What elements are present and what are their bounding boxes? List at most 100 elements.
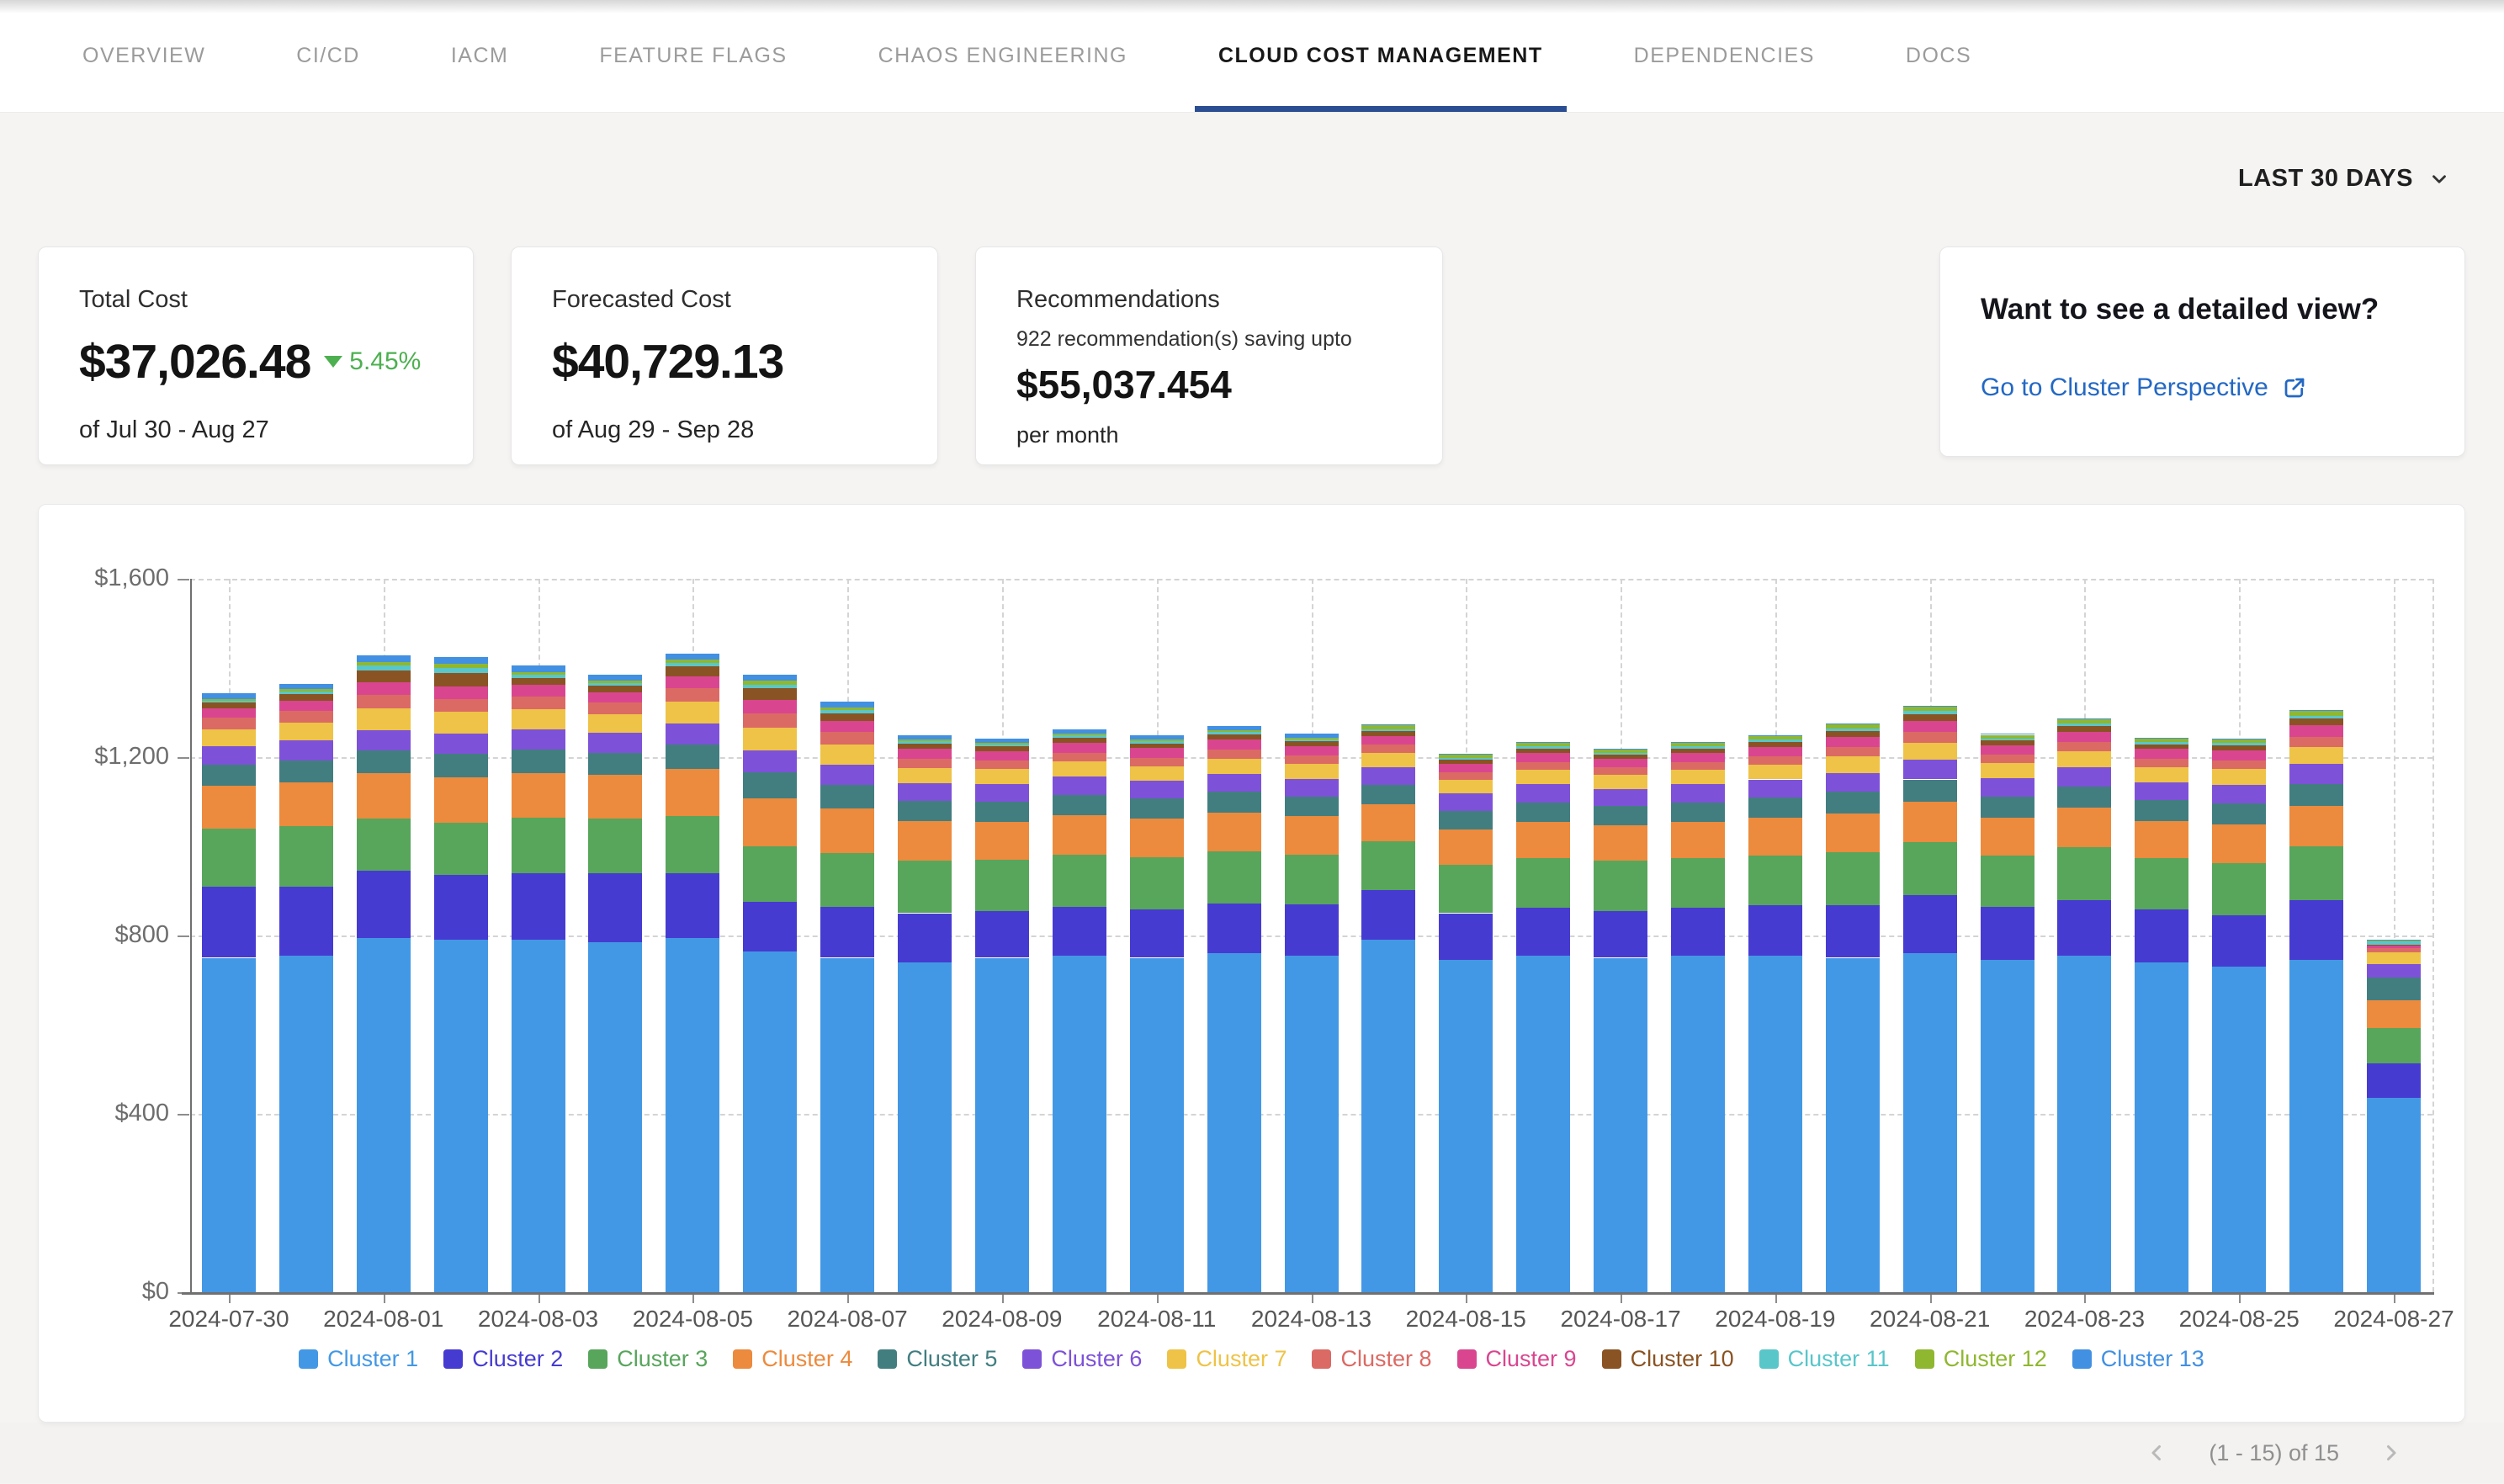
bar-segment-cluster-8[interactable] [2367,948,2421,952]
bar-segment-cluster-7[interactable] [1671,770,1725,784]
bar-segment-cluster-7[interactable] [2057,751,2111,767]
bar-segment-cluster-10[interactable] [1516,749,1570,753]
bar-segment-cluster-1[interactable] [1594,958,1647,1293]
bar-segment-cluster-13[interactable] [512,665,565,671]
bar-segment-cluster-12[interactable] [1207,730,1261,732]
bar-segment-cluster-1[interactable] [279,956,333,1292]
bar-segment-cluster-10[interactable] [898,744,952,749]
bar-segment-cluster-7[interactable] [820,745,874,765]
bar-segment-cluster-8[interactable] [898,759,952,768]
bar-segment-cluster-11[interactable] [1130,741,1184,744]
bar-segment-cluster-1[interactable] [1903,953,1957,1292]
bar-segment-cluster-9[interactable] [666,676,719,689]
bar-segment-cluster-2[interactable] [202,887,256,958]
bar-segment-cluster-4[interactable] [1516,822,1570,858]
bar-segment-cluster-7[interactable] [1361,753,1415,767]
bar-segment-cluster-6[interactable] [975,784,1029,802]
bar-segment-cluster-4[interactable] [2367,1000,2421,1028]
bar-segment-cluster-8[interactable] [975,761,1029,769]
bar-segment-cluster-7[interactable] [2289,747,2343,764]
bar-segment-cluster-4[interactable] [2212,824,2266,863]
bar-segment-cluster-7[interactable] [357,708,411,729]
bar-segment-cluster-9[interactable] [434,686,488,699]
bar-segment-cluster-6[interactable] [588,733,642,752]
bar-segment-cluster-13[interactable] [1594,749,1647,750]
bar-segment-cluster-5[interactable] [512,750,565,773]
bar-segment-cluster-13[interactable] [1207,726,1261,730]
bar-segment-cluster-7[interactable] [743,728,797,750]
bar-segment-cluster-3[interactable] [1981,856,2034,907]
bar-segment-cluster-11[interactable] [1671,746,1725,749]
bar-segment-cluster-9[interactable] [2212,750,2266,761]
bar-segment-cluster-13[interactable] [2289,710,2343,712]
bar-segment-cluster-11[interactable] [1748,739,1802,742]
bar-segment-cluster-9[interactable] [1207,739,1261,750]
bar-segment-cluster-3[interactable] [2135,858,2188,909]
bar-segment-cluster-2[interactable] [434,875,488,940]
bar-segment-cluster-6[interactable] [1748,780,1802,798]
bar-segment-cluster-13[interactable] [1285,734,1339,738]
bar-segment-cluster-7[interactable] [898,768,952,783]
legend-item-cluster-13[interactable]: Cluster 13 [2072,1346,2204,1372]
bar-segment-cluster-6[interactable] [1285,779,1339,797]
bar-segment-cluster-8[interactable] [2057,742,2111,751]
bar-segment-cluster-1[interactable] [1516,956,1570,1292]
bar-segment-cluster-6[interactable] [2057,767,2111,787]
bar-segment-cluster-4[interactable] [1671,822,1725,858]
bar-segment-cluster-12[interactable] [1981,735,2034,739]
time-range-dropdown[interactable]: LAST 30 DAYS [2238,165,2450,193]
bar-segment-cluster-10[interactable] [434,673,488,686]
bar-segment-cluster-11[interactable] [512,675,565,678]
bar-segment-cluster-6[interactable] [357,730,411,750]
bar-segment-cluster-12[interactable] [1361,725,1415,729]
bar-segment-cluster-8[interactable] [1516,762,1570,771]
bar-segment-cluster-5[interactable] [743,772,797,798]
bar-segment-cluster-1[interactable] [1748,956,1802,1292]
bar-segment-cluster-5[interactable] [2367,978,2421,1000]
bar-segment-cluster-2[interactable] [512,873,565,941]
legend-item-cluster-3[interactable]: Cluster 3 [588,1346,708,1372]
chevron-left-icon[interactable] [2145,1440,2170,1465]
bar-segment-cluster-13[interactable] [898,735,952,739]
bar-segment-cluster-3[interactable] [588,819,642,873]
bar-segment-cluster-4[interactable] [1439,829,1493,865]
bar-segment-cluster-12[interactable] [1053,734,1106,735]
bar-segment-cluster-4[interactable] [1130,819,1184,857]
bar-segment-cluster-10[interactable] [2367,945,2421,946]
bar-segment-cluster-6[interactable] [1130,781,1184,798]
bar-segment-cluster-2[interactable] [1594,911,1647,958]
bar-segment-cluster-7[interactable] [279,723,333,740]
bar-segment-cluster-10[interactable] [1826,731,1880,737]
bar-segment-cluster-10[interactable] [1285,741,1339,746]
bar-segment-cluster-6[interactable] [820,765,874,785]
bar-segment-cluster-8[interactable] [202,718,256,729]
bar-segment-cluster-11[interactable] [1361,729,1415,732]
bar-segment-cluster-10[interactable] [512,678,565,685]
bar-segment-cluster-5[interactable] [666,745,719,769]
bar-segment-cluster-11[interactable] [2367,941,2421,945]
bar-segment-cluster-3[interactable] [2289,846,2343,900]
bar-segment-cluster-1[interactable] [2367,1098,2421,1292]
bar-segment-cluster-1[interactable] [1981,960,2034,1292]
bar-segment-cluster-5[interactable] [434,754,488,777]
bar-segment-cluster-9[interactable] [898,749,952,759]
bar-segment-cluster-10[interactable] [1671,749,1725,753]
bar-segment-cluster-8[interactable] [2135,759,2188,767]
bar-segment-cluster-4[interactable] [2135,821,2188,859]
bar-segment-cluster-6[interactable] [2367,964,2421,978]
bar-segment-cluster-2[interactable] [279,887,333,956]
bar-segment-cluster-13[interactable] [2367,940,2421,941]
bar-segment-cluster-2[interactable] [898,914,952,962]
bar-segment-cluster-6[interactable] [2212,785,2266,803]
bar-segment-cluster-2[interactable] [1053,907,1106,956]
bar-segment-cluster-10[interactable] [357,670,411,683]
bar-segment-cluster-3[interactable] [1903,842,1957,896]
bar-segment-cluster-12[interactable] [1903,707,1957,711]
bar-segment-cluster-4[interactable] [1903,802,1957,842]
bar-segment-cluster-3[interactable] [434,823,488,876]
bar-segment-cluster-2[interactable] [357,871,411,938]
bar-segment-cluster-11[interactable] [666,663,719,666]
bar-segment-cluster-2[interactable] [1748,905,1802,955]
bar-segment-cluster-13[interactable] [820,702,874,708]
bar-segment-cluster-13[interactable] [2135,738,2188,739]
